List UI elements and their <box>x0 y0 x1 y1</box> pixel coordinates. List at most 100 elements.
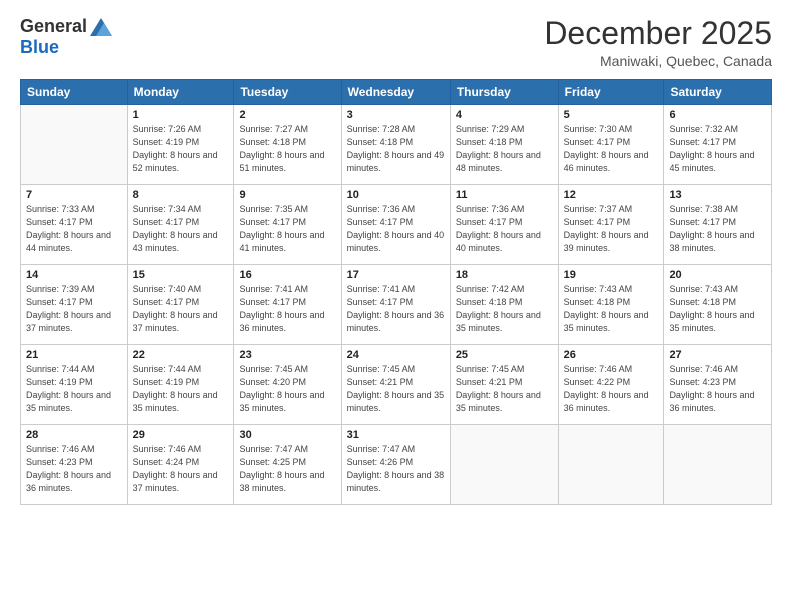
table-row: 30 Sunrise: 7:47 AMSunset: 4:25 PMDayligh… <box>234 425 341 505</box>
table-row: 11Sunrise: 7:36 AMSunset: 4:17 PMDayligh… <box>450 185 558 265</box>
day-info: Sunrise: 7:47 AMSunset: 4:25 PMDaylight:… <box>239 443 335 495</box>
day-number: 5 <box>564 109 659 121</box>
table-row: 28 Sunrise: 7:46 AMSunset: 4:23 PMDayligh… <box>21 425 128 505</box>
table-row: 21Sunrise: 7:44 AMSunset: 4:19 PMDayligh… <box>21 345 128 425</box>
table-row: 10 Sunrise: 7:36 AMSunset: 4:17 PMDayligh… <box>341 185 450 265</box>
logo-icon <box>90 18 112 36</box>
day-info: Sunrise: 7:44 AMSunset: 4:19 PMDaylight:… <box>133 363 229 415</box>
table-row: 17Sunrise: 7:41 AMSunset: 4:17 PMDayligh… <box>341 265 450 345</box>
day-info: Sunrise: 7:36 AMSunset: 4:17 PMDaylight:… <box>347 203 445 255</box>
day-info: Sunrise: 7:46 AMSunset: 4:24 PMDaylight:… <box>133 443 229 495</box>
table-row: 29Sunrise: 7:46 AMSunset: 4:24 PMDayligh… <box>127 425 234 505</box>
day-number: 27 <box>669 349 766 361</box>
day-info: Sunrise: 7:35 AMSunset: 4:17 PMDaylight:… <box>239 203 335 255</box>
day-number: 20 <box>669 269 766 281</box>
day-info: Sunrise: 7:29 AMSunset: 4:18 PMDaylight:… <box>456 123 553 175</box>
day-number: 12 <box>564 189 659 201</box>
day-number: 24 <box>347 349 445 361</box>
day-info: Sunrise: 7:43 AMSunset: 4:18 PMDaylight:… <box>564 283 659 335</box>
table-row: 4Sunrise: 7:29 AMSunset: 4:18 PMDaylight… <box>450 105 558 185</box>
table-row: 25 Sunrise: 7:45 AMSunset: 4:21 PMDayligh… <box>450 345 558 425</box>
day-number: 13 <box>669 189 766 201</box>
day-number: 15 <box>133 269 229 281</box>
day-info: Sunrise: 7:33 AMSunset: 4:17 PMDaylight:… <box>26 203 122 255</box>
table-row: 14Sunrise: 7:39 AMSunset: 4:17 PMDayligh… <box>21 265 128 345</box>
day-info: Sunrise: 7:30 AMSunset: 4:17 PMDaylight:… <box>564 123 659 175</box>
col-tuesday: Tuesday <box>234 80 341 105</box>
table-row <box>450 425 558 505</box>
table-row: 3Sunrise: 7:28 AMSunset: 4:18 PMDaylight… <box>341 105 450 185</box>
day-info: Sunrise: 7:42 AMSunset: 4:18 PMDaylight:… <box>456 283 553 335</box>
day-number: 8 <box>133 189 229 201</box>
day-info: Sunrise: 7:45 AMSunset: 4:21 PMDaylight:… <box>456 363 553 415</box>
table-row: 12 Sunrise: 7:37 AMSunset: 4:17 PMDayligh… <box>558 185 664 265</box>
col-friday: Friday <box>558 80 664 105</box>
table-row: 31 Sunrise: 7:47 AMSunset: 4:26 PMDayligh… <box>341 425 450 505</box>
day-number: 2 <box>239 109 335 121</box>
table-row: 27Sunrise: 7:46 AMSunset: 4:23 PMDayligh… <box>664 345 772 425</box>
day-info: Sunrise: 7:34 AMSunset: 4:17 PMDaylight:… <box>133 203 229 255</box>
day-info: Sunrise: 7:37 AMSunset: 4:17 PMDaylight:… <box>564 203 659 255</box>
day-number: 7 <box>26 189 122 201</box>
day-info: Sunrise: 7:26 AMSunset: 4:19 PMDaylight:… <box>133 123 229 175</box>
table-row: 2 Sunrise: 7:27 AMSunset: 4:18 PMDaylight… <box>234 105 341 185</box>
day-info: Sunrise: 7:45 AMSunset: 4:20 PMDaylight:… <box>239 363 335 415</box>
logo: General Blue <box>20 16 112 58</box>
calendar-week-5: 28 Sunrise: 7:46 AMSunset: 4:23 PMDayligh… <box>21 425 772 505</box>
calendar-table: Sunday Monday Tuesday Wednesday Thursday… <box>20 79 772 505</box>
day-number: 31 <box>347 429 445 441</box>
day-info: Sunrise: 7:38 AMSunset: 4:17 PMDaylight:… <box>669 203 766 255</box>
header: General Blue December 2025 Maniwaki, Que… <box>20 16 772 69</box>
table-row: 6 Sunrise: 7:32 AMSunset: 4:17 PMDaylight… <box>664 105 772 185</box>
logo-general: General <box>20 16 87 37</box>
day-info: Sunrise: 7:45 AMSunset: 4:21 PMDaylight:… <box>347 363 445 415</box>
day-number: 28 <box>26 429 122 441</box>
calendar-week-3: 14Sunrise: 7:39 AMSunset: 4:17 PMDayligh… <box>21 265 772 345</box>
col-sunday: Sunday <box>21 80 128 105</box>
calendar-week-4: 21Sunrise: 7:44 AMSunset: 4:19 PMDayligh… <box>21 345 772 425</box>
table-row: 20 Sunrise: 7:43 AMSunset: 4:18 PMDayligh… <box>664 265 772 345</box>
table-row: 22Sunrise: 7:44 AMSunset: 4:19 PMDayligh… <box>127 345 234 425</box>
col-saturday: Saturday <box>664 80 772 105</box>
page: General Blue December 2025 Maniwaki, Que… <box>0 0 792 612</box>
table-row <box>558 425 664 505</box>
day-info: Sunrise: 7:47 AMSunset: 4:26 PMDaylight:… <box>347 443 445 495</box>
day-number: 26 <box>564 349 659 361</box>
day-info: Sunrise: 7:27 AMSunset: 4:18 PMDaylight:… <box>239 123 335 175</box>
day-number: 9 <box>239 189 335 201</box>
table-row: 1 Sunrise: 7:26 AMSunset: 4:19 PMDaylight… <box>127 105 234 185</box>
table-row: 13 Sunrise: 7:38 AMSunset: 4:17 PMDayligh… <box>664 185 772 265</box>
day-info: Sunrise: 7:41 AMSunset: 4:17 PMDaylight:… <box>239 283 335 335</box>
day-info: Sunrise: 7:32 AMSunset: 4:17 PMDaylight:… <box>669 123 766 175</box>
col-thursday: Thursday <box>450 80 558 105</box>
table-row: 7 Sunrise: 7:33 AMSunset: 4:17 PMDaylight… <box>21 185 128 265</box>
table-row: 8 Sunrise: 7:34 AMSunset: 4:17 PMDaylight… <box>127 185 234 265</box>
day-number: 25 <box>456 349 553 361</box>
day-info: Sunrise: 7:43 AMSunset: 4:18 PMDaylight:… <box>669 283 766 335</box>
day-number: 30 <box>239 429 335 441</box>
calendar-header-row: Sunday Monday Tuesday Wednesday Thursday… <box>21 80 772 105</box>
day-info: Sunrise: 7:36 AMSunset: 4:17 PMDaylight:… <box>456 203 553 255</box>
table-row <box>21 105 128 185</box>
table-row <box>664 425 772 505</box>
day-number: 19 <box>564 269 659 281</box>
table-row: 26Sunrise: 7:46 AMSunset: 4:22 PMDayligh… <box>558 345 664 425</box>
day-number: 23 <box>239 349 335 361</box>
table-row: 24 Sunrise: 7:45 AMSunset: 4:21 PMDayligh… <box>341 345 450 425</box>
title-section: December 2025 Maniwaki, Quebec, Canada <box>544 16 772 69</box>
logo-blue: Blue <box>20 37 59 58</box>
day-number: 1 <box>133 109 229 121</box>
day-info: Sunrise: 7:44 AMSunset: 4:19 PMDaylight:… <box>26 363 122 415</box>
day-info: Sunrise: 7:46 AMSunset: 4:23 PMDaylight:… <box>26 443 122 495</box>
day-number: 6 <box>669 109 766 121</box>
location: Maniwaki, Quebec, Canada <box>544 53 772 69</box>
table-row: 9 Sunrise: 7:35 AMSunset: 4:17 PMDaylight… <box>234 185 341 265</box>
day-number: 17 <box>347 269 445 281</box>
table-row: 18 Sunrise: 7:42 AMSunset: 4:18 PMDayligh… <box>450 265 558 345</box>
day-number: 10 <box>347 189 445 201</box>
table-row: 15Sunrise: 7:40 AMSunset: 4:17 PMDayligh… <box>127 265 234 345</box>
day-info: Sunrise: 7:39 AMSunset: 4:17 PMDaylight:… <box>26 283 122 335</box>
table-row: 23 Sunrise: 7:45 AMSunset: 4:20 PMDayligh… <box>234 345 341 425</box>
table-row: 19 Sunrise: 7:43 AMSunset: 4:18 PMDayligh… <box>558 265 664 345</box>
day-number: 18 <box>456 269 553 281</box>
